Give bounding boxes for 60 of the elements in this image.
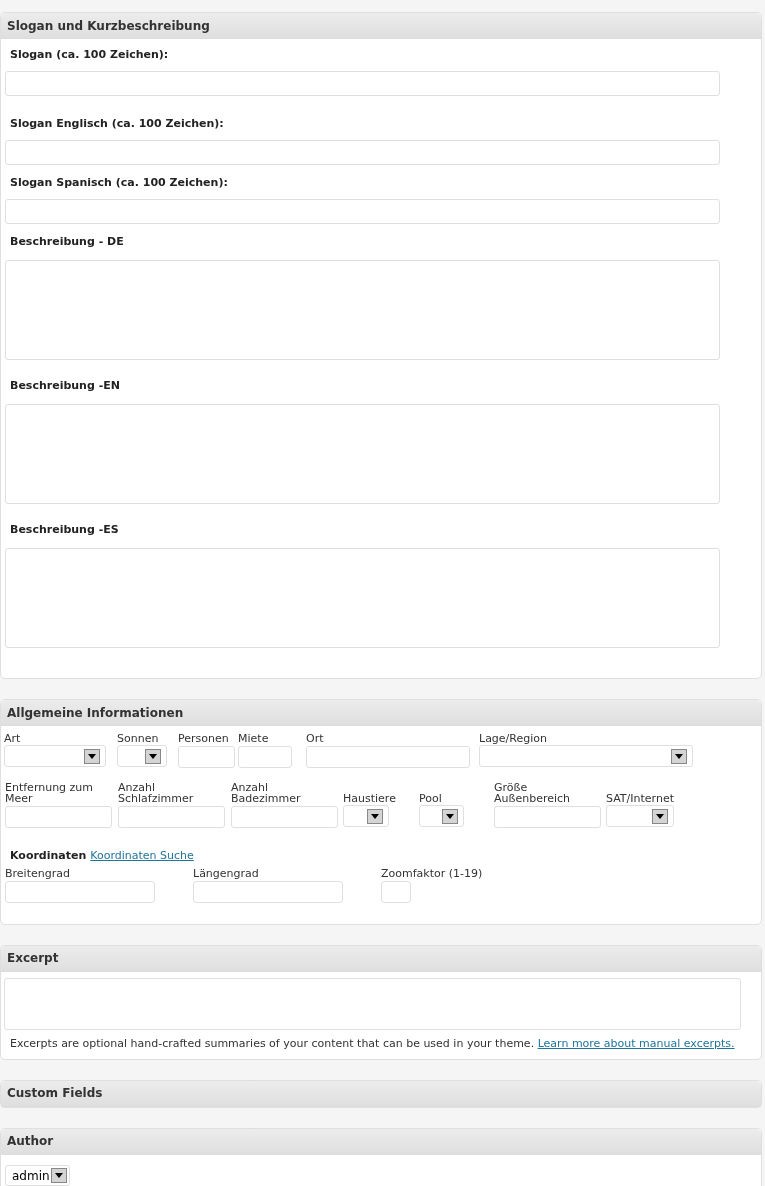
panel-header[interactable]: Author [1, 1128, 761, 1155]
section-label: Koordinaten [10, 848, 87, 864]
input-field[interactable] [5, 404, 720, 504]
input-field[interactable] [381, 880, 411, 903]
panel-title: Custom Fields [7, 1085, 103, 1102]
panel-header[interactable]: Allgemeine Informationen [1, 700, 761, 726]
panel-title: Excerpt [7, 950, 59, 967]
panel-header[interactable]: Custom Fields [1, 1080, 761, 1107]
field-label: Haustiere [343, 791, 397, 804]
field-label: Art [4, 732, 22, 744]
field-label: Breitengrad [5, 866, 71, 879]
field-label: Beschreibung - DE [9, 234, 125, 250]
field-label: Anzahl Schlafzimmer [118, 781, 195, 804]
field-label: Zoomfaktor (1-19) [381, 866, 484, 879]
excerpt-help-text: Excerpts are optional hand-crafted summaries of your content that can be used in your theme. Learn more about manual excerpts. [9, 1035, 736, 1051]
input-field[interactable] [494, 806, 601, 828]
input-field[interactable] [5, 71, 720, 96]
field-label: Entfernung zum Meer [5, 781, 95, 804]
field-label: Personen [178, 732, 230, 744]
field-label: SAT/Internet [606, 791, 675, 804]
input-field[interactable] [306, 746, 470, 768]
field-label: Anzahl Badezimmer [231, 781, 302, 804]
dropdown-field[interactable] [343, 805, 389, 827]
panel-title: Slogan und Kurzbeschreibung [7, 17, 210, 35]
panel-header[interactable]: Slogan und Kurzbeschreibung [1, 13, 761, 39]
field-label: Ort [306, 732, 325, 744]
field-label: Slogan Spanisch (ca. 100 Zeichen): [9, 175, 229, 191]
excerpt-field[interactable] [4, 977, 741, 1030]
panel-title: Allgemeine Informationen [7, 704, 184, 722]
input-field[interactable] [231, 806, 338, 828]
field-label: Miete [238, 732, 270, 744]
field-label: Größe Außenbereich [494, 781, 572, 804]
field-label: Sonnen [117, 732, 160, 744]
dropdown-field[interactable] [419, 805, 464, 827]
field-label: Slogan (ca. 100 Zeichen): [9, 47, 170, 63]
author-dropdown[interactable]: admin [5, 1165, 70, 1186]
input-field[interactable] [238, 746, 292, 768]
dropdown-field[interactable] [479, 745, 693, 767]
field-label: Lage/Region [479, 732, 548, 744]
input-field[interactable] [5, 548, 720, 648]
panel-title: Author [7, 1133, 54, 1150]
input-field[interactable] [5, 140, 720, 165]
dropdown-field[interactable] [117, 745, 167, 767]
field-label: Längengrad [193, 866, 260, 879]
input-field[interactable] [5, 199, 720, 224]
coordinates-search-link[interactable]: Koordinaten Suche [90, 848, 194, 865]
input-field[interactable] [5, 260, 720, 360]
learn-more-link[interactable]: Learn more about manual excerpts. [537, 1036, 735, 1050]
dropdown-field[interactable] [606, 805, 674, 827]
input-field[interactable] [193, 880, 343, 903]
panel-header[interactable]: Excerpt [1, 945, 761, 972]
field-label: Beschreibung -EN [9, 378, 121, 394]
input-field[interactable] [178, 746, 235, 768]
field-label: Pool [419, 791, 443, 804]
field-label: Beschreibung -ES [9, 522, 120, 538]
dropdown-field[interactable] [4, 745, 106, 767]
input-field[interactable] [5, 880, 155, 903]
input-field[interactable] [5, 806, 112, 828]
field-label: Slogan Englisch (ca. 100 Zeichen): [9, 116, 225, 132]
input-field[interactable] [118, 806, 225, 828]
